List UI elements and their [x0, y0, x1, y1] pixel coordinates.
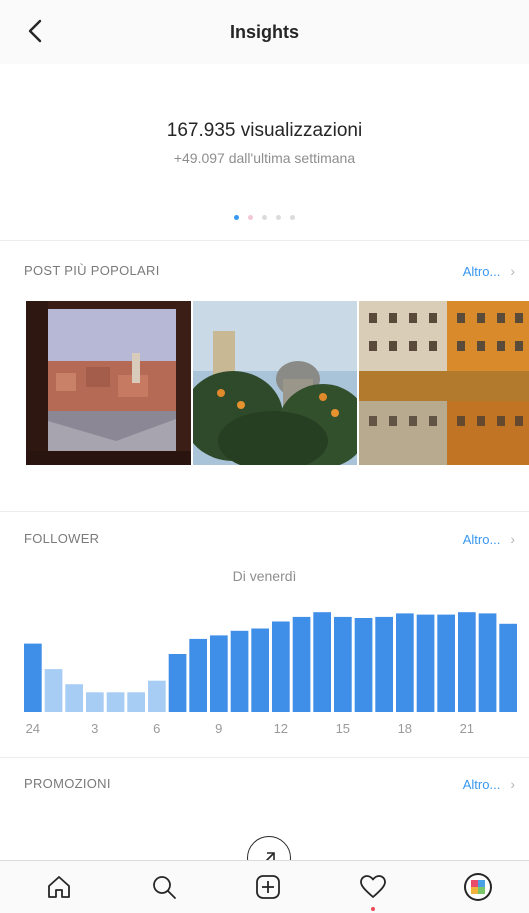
chart-bar	[251, 628, 269, 712]
chart-bar	[65, 684, 83, 712]
more-link-label: Altro...	[462, 263, 501, 279]
chart-bar	[106, 692, 125, 712]
chart-bar	[230, 630, 249, 712]
page-dot-active	[234, 215, 239, 220]
chevron-left-icon	[28, 19, 42, 43]
page-dot	[276, 215, 281, 220]
profile-avatar	[464, 873, 492, 901]
chart-bar	[189, 638, 207, 712]
top-posts-grid	[26, 301, 529, 465]
chart-tick-label: 24	[25, 721, 41, 736]
tab-profile[interactable]	[462, 871, 494, 903]
chart-tick-label: 15	[335, 721, 351, 736]
page-dot	[262, 215, 267, 220]
chart-tick-label: 6	[153, 721, 161, 736]
chart-bar	[478, 613, 497, 712]
chart-bar	[272, 621, 290, 712]
followers-more-link[interactable]: Altro... ›	[463, 531, 515, 547]
views-summary[interactable]: 167.935 visualizzazioni +49.097 dall'ult…	[0, 64, 529, 240]
chart-bar	[86, 692, 104, 712]
post-image-orange-tree	[193, 301, 357, 465]
chart-bar	[396, 613, 414, 712]
chart-bar	[148, 680, 166, 712]
chart-caption: Di venerdì	[232, 568, 297, 584]
chart-bar	[168, 654, 187, 712]
section-divider	[0, 757, 529, 758]
chart-tick-label: 3	[91, 721, 99, 736]
post-thumbnail[interactable]	[359, 301, 529, 465]
chevron-right-icon: ›	[510, 263, 515, 279]
section-divider	[0, 240, 529, 241]
promotions-section-title: PROMOZIONI	[24, 776, 111, 791]
chevron-right-icon: ›	[510, 776, 515, 792]
posts-section-title: POST PIÙ POPOLARI	[24, 263, 160, 278]
tab-add[interactable]	[252, 871, 284, 903]
views-delta: +49.097 dall'ultima settimana	[173, 150, 356, 166]
chart-bar	[499, 623, 517, 712]
post-thumbnail[interactable]	[26, 301, 191, 465]
section-divider	[0, 511, 529, 512]
page-indicator	[0, 215, 529, 220]
views-count: 167.935 visualizzazioni	[166, 120, 363, 141]
tab-home[interactable]	[43, 871, 75, 903]
tab-activity[interactable]	[357, 871, 389, 903]
chart-bar	[127, 692, 145, 712]
chart-tick-label: 21	[459, 721, 475, 736]
page-title: Insights	[229, 21, 299, 42]
chart-tick-label: 12	[273, 721, 289, 736]
post-image-window-view	[26, 301, 191, 465]
more-link-label: Altro...	[462, 776, 501, 792]
chart-tick-label: 18	[397, 721, 413, 736]
followers-section-title: FOLLOWER	[24, 531, 100, 546]
promotions-more-link[interactable]: Altro... ›	[463, 776, 515, 792]
chart-bar	[24, 643, 42, 712]
chart-bar	[313, 612, 331, 712]
chart-tick-label: 9	[215, 721, 223, 736]
chevron-right-icon: ›	[510, 531, 515, 547]
bottom-tab-bar	[0, 860, 529, 913]
chart-bar	[416, 614, 435, 712]
page-dot	[290, 215, 295, 220]
search-icon	[153, 876, 176, 899]
chart-bar	[210, 635, 228, 712]
chart-bar	[437, 614, 455, 712]
post-thumbnail[interactable]	[193, 301, 357, 465]
followers-bar-chart[interactable]	[24, 596, 520, 712]
posts-more-link[interactable]: Altro... ›	[463, 263, 515, 279]
chart-bar	[375, 616, 393, 712]
notification-dot	[371, 907, 375, 911]
heart-icon	[360, 875, 386, 898]
back-button[interactable]	[22, 18, 48, 44]
add-icon	[256, 875, 280, 899]
chart-bar	[44, 669, 63, 712]
page-dot	[248, 215, 253, 220]
top-nav-bar: Insights	[0, 0, 529, 64]
home-icon	[48, 876, 70, 898]
tab-search[interactable]	[148, 871, 180, 903]
chart-bar	[354, 618, 373, 712]
chart-bar	[292, 616, 311, 712]
chart-bar	[458, 612, 476, 712]
chart-bar	[334, 616, 352, 712]
post-image-river-reflection	[359, 301, 529, 465]
more-link-label: Altro...	[462, 531, 501, 547]
